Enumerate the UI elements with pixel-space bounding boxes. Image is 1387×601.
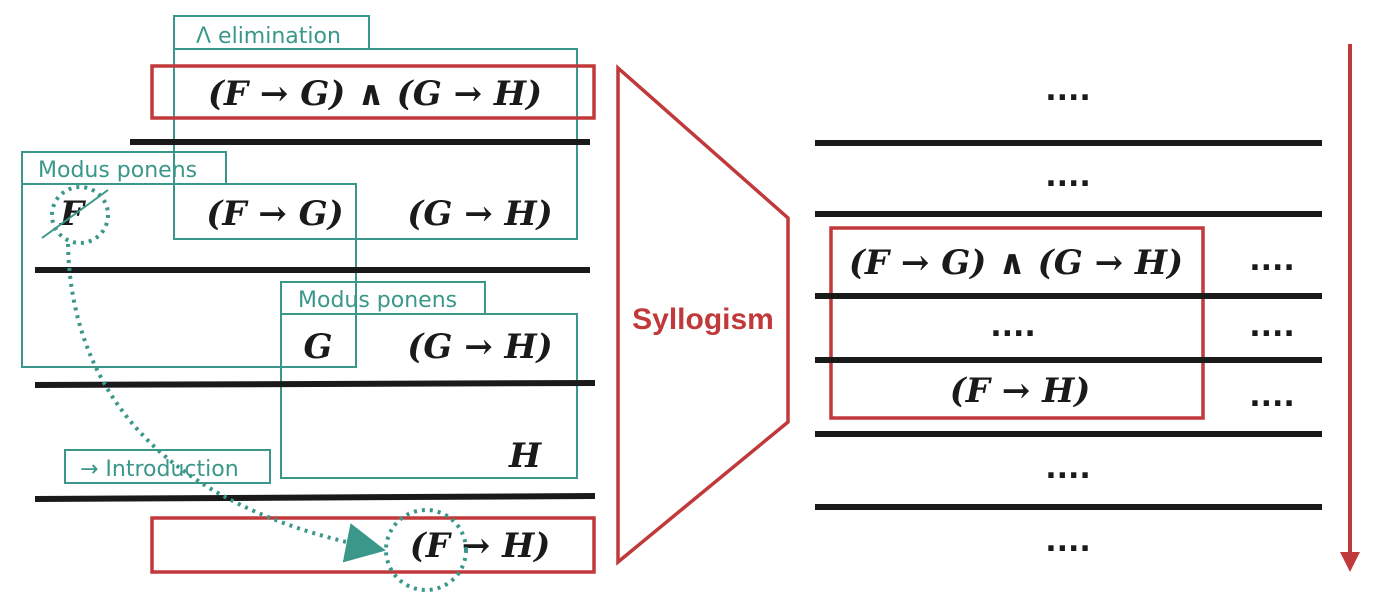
and-elim-label: Λ elimination xyxy=(196,24,341,49)
syllogism-label: Syllogism xyxy=(632,303,774,336)
ellipsis: .... xyxy=(1249,379,1295,414)
ellipsis: .... xyxy=(1045,73,1091,108)
h-formula: H xyxy=(508,436,543,476)
proof-line xyxy=(34,493,596,502)
fg-formula: (F → G) xyxy=(206,194,344,234)
gh-formula: (G → H) xyxy=(407,194,553,234)
gh-formula: (G → H) xyxy=(407,327,553,367)
proof-diagram: Λ elimination Modus ponens Modus ponens … xyxy=(21,15,1360,592)
conclusion-formula: (F → H) xyxy=(410,526,551,566)
right-premise-formula: (F → G) ∧ (G → H) xyxy=(849,243,1183,283)
intro-label: → Introduction xyxy=(80,457,239,482)
assumption-formula: F xyxy=(59,194,87,234)
ellipsis: .... xyxy=(1045,159,1091,194)
g-formula: G xyxy=(303,327,332,367)
right-conclusion-formula: (F → H) xyxy=(950,371,1091,411)
ellipsis: .... xyxy=(990,309,1036,344)
direction-arrow-head xyxy=(1340,552,1360,572)
mp2-label: Modus ponens xyxy=(298,288,457,313)
ellipsis: .... xyxy=(1045,524,1091,559)
ellipsis: .... xyxy=(1249,309,1295,344)
ellipsis: .... xyxy=(1045,451,1091,486)
ellipsis: .... xyxy=(1249,243,1295,278)
premise-formula: (F → G) ∧ (G → H) xyxy=(208,74,542,114)
proof-line xyxy=(34,380,596,388)
mp1-label: Modus ponens xyxy=(38,158,197,183)
